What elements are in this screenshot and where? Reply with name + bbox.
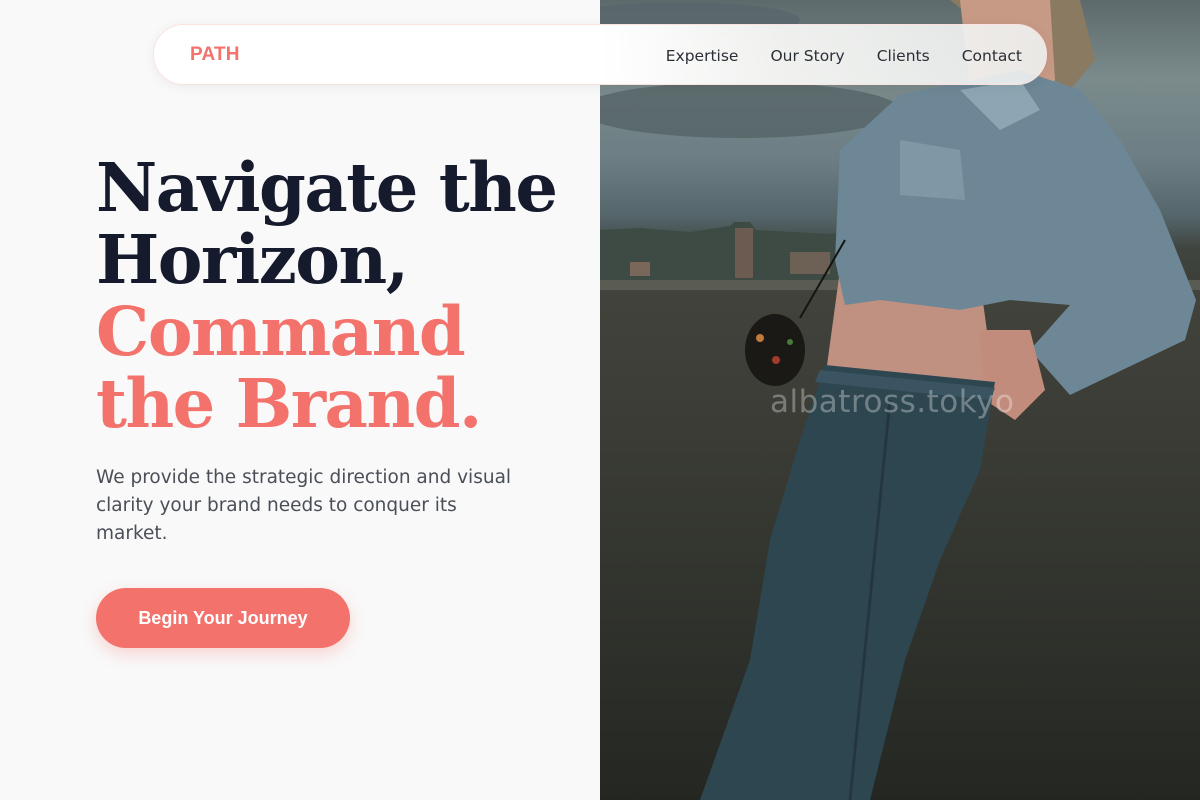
headline-line-1: Navigate the bbox=[96, 148, 558, 227]
brand-logo[interactable]: PATH bbox=[190, 44, 240, 66]
nav-link-our-story[interactable]: Our Story bbox=[770, 47, 844, 65]
nav-link-contact[interactable]: Contact bbox=[962, 47, 1022, 65]
headline-accent-line-1: Command bbox=[96, 292, 466, 371]
image-watermark: albatross.tokyo bbox=[770, 384, 1015, 420]
begin-journey-button[interactable]: Begin Your Journey bbox=[96, 588, 350, 648]
hero-subtext: We provide the strategic direction and v… bbox=[96, 467, 512, 544]
top-navigation-bar: PATH Expertise Our Story Clients Contact bbox=[153, 24, 1047, 85]
hero-headline: Navigate the Horizon, Command the Brand. bbox=[96, 148, 558, 443]
headline-line-2: Horizon, bbox=[96, 220, 409, 299]
nav-link-expertise[interactable]: Expertise bbox=[666, 47, 739, 65]
nav-links: Expertise Our Story Clients Contact bbox=[666, 25, 1022, 86]
headline-accent-line-2: the Brand. bbox=[96, 364, 482, 443]
nav-link-clients[interactable]: Clients bbox=[877, 47, 930, 65]
